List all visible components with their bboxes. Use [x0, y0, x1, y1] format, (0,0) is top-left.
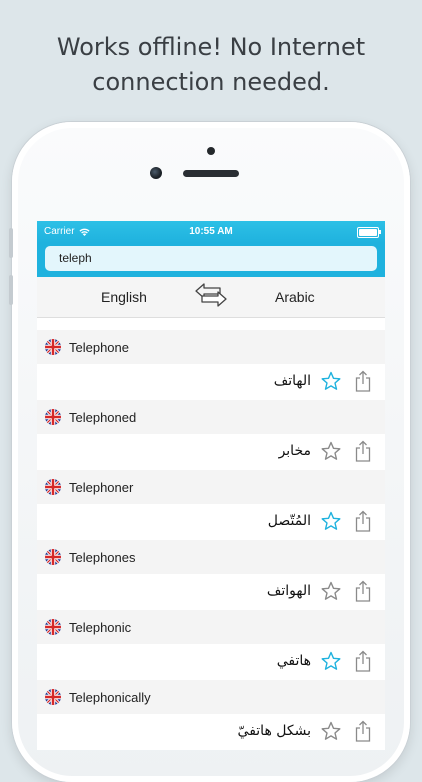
earpiece-speaker — [183, 170, 239, 177]
result-word-row[interactable]: Telephone — [37, 330, 385, 364]
result-translation: هاتفي — [276, 653, 311, 669]
result-translation-row[interactable]: المُتّصل — [37, 504, 385, 540]
share-icon[interactable] — [355, 580, 371, 602]
favorite-star-icon[interactable] — [321, 511, 341, 531]
result-translation: مخابر — [278, 443, 311, 459]
status-bar: Carrier 10:55 AM — [37, 221, 385, 243]
source-language-button[interactable]: English — [101, 289, 147, 305]
share-icon[interactable] — [355, 720, 371, 742]
result-word-row[interactable]: Telephonically — [37, 680, 385, 714]
swap-languages-icon[interactable] — [194, 282, 228, 308]
result-word: Telephonic — [69, 619, 132, 635]
uk-flag-icon — [45, 619, 61, 635]
result-word: Telephoned — [69, 409, 137, 425]
uk-flag-icon — [45, 339, 61, 355]
language-bar: English Arabic — [37, 277, 385, 318]
favorite-star-icon[interactable] — [321, 721, 341, 741]
result-word-row[interactable]: Telephoned — [37, 400, 385, 434]
result-word: Telephones — [69, 549, 136, 565]
search-input[interactable] — [45, 246, 377, 271]
result-translation: بشكل هاتفيّ — [237, 723, 311, 739]
result-translation: الهاتف — [273, 373, 311, 389]
target-language-button[interactable]: Arabic — [275, 289, 315, 305]
proximity-sensor — [207, 147, 215, 155]
uk-flag-icon — [45, 689, 61, 705]
result-translation-row[interactable]: مخابر — [37, 434, 385, 470]
share-icon[interactable] — [355, 370, 371, 392]
favorite-star-icon[interactable] — [321, 651, 341, 671]
uk-flag-icon — [45, 549, 61, 565]
share-icon[interactable] — [355, 510, 371, 532]
result-translation-row[interactable]: الهواتف — [37, 574, 385, 610]
result-translation-row[interactable]: الهاتف — [37, 364, 385, 400]
promo-line-1: Works offline! No Internet — [56, 33, 366, 61]
uk-flag-icon — [45, 409, 61, 425]
result-translation-row[interactable]: هاتفي — [37, 644, 385, 680]
app-screen: Carrier 10:55 AM English Arabic Telephon… — [37, 221, 385, 750]
result-translation: الهواتف — [266, 583, 311, 599]
result-word-row[interactable]: Telephones — [37, 540, 385, 574]
result-translation-row[interactable]: بشكل هاتفيّ — [37, 714, 385, 750]
favorite-star-icon[interactable] — [321, 581, 341, 601]
promo-line-2: connection needed. — [92, 68, 330, 96]
favorite-star-icon[interactable] — [321, 441, 341, 461]
results-list: Telephone الهاتف Telephoned مخابر Telephoner… — [37, 318, 385, 750]
result-word: Telephoner — [69, 479, 134, 495]
result-word: Telephone — [69, 339, 129, 355]
result-word: Telephonically — [69, 689, 151, 705]
promo-headline: Works offline! No Internet connection ne… — [0, 30, 422, 100]
uk-flag-icon — [45, 479, 61, 495]
volume-button — [9, 275, 13, 305]
front-camera — [150, 167, 162, 179]
result-word-row[interactable]: Telephonic — [37, 610, 385, 644]
battery-icon — [357, 227, 381, 238]
result-word-row[interactable]: Telephoner — [37, 470, 385, 504]
status-time: 10:55 AM — [189, 226, 233, 237]
search-bar — [37, 243, 385, 277]
share-icon[interactable] — [355, 650, 371, 672]
favorite-star-icon[interactable] — [321, 371, 341, 391]
volume-button — [9, 228, 13, 258]
share-icon[interactable] — [355, 440, 371, 462]
result-translation: المُتّصل — [267, 513, 311, 529]
